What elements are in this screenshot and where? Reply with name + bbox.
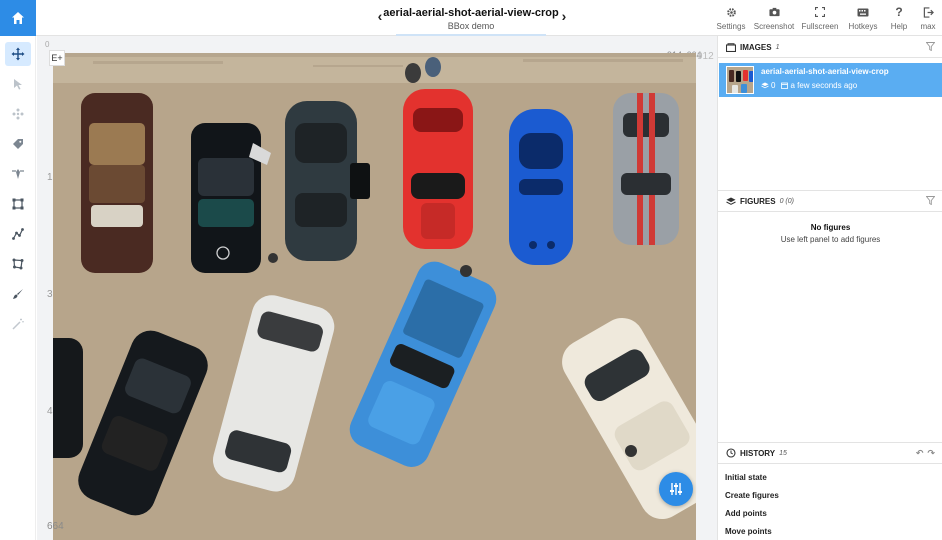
next-image-button[interactable]: › <box>556 9 572 25</box>
zoom-fit-button[interactable]: E+ <box>49 50 65 66</box>
polygon-tool[interactable] <box>5 252 31 276</box>
car-red <box>403 89 473 249</box>
images-count: 1 <box>775 43 780 51</box>
car-black-1 <box>191 123 271 273</box>
camera-icon <box>767 5 781 19</box>
divider <box>718 463 942 464</box>
brush-tool[interactable] <box>5 282 31 306</box>
filter-icon[interactable] <box>926 196 935 205</box>
left-toolbar <box>0 36 36 540</box>
undo-redo: ↶ ↷ <box>916 448 935 459</box>
polyline-tool[interactable] <box>5 222 31 246</box>
history-item[interactable]: Initial state <box>725 473 767 482</box>
drag-icon <box>12 108 24 120</box>
image-figure-count: 0 <box>771 81 776 90</box>
help-icon: ? <box>895 5 903 19</box>
image-title: aerial-aerial-shot-aerial-view-crop <box>383 7 559 19</box>
point-icon <box>12 169 24 179</box>
divider <box>718 211 942 212</box>
screenshot-button[interactable]: Screenshot <box>750 0 798 36</box>
magic-tool[interactable] <box>5 312 31 336</box>
user-logout-button[interactable]: max <box>914 0 942 36</box>
fullscreen-icon <box>813 5 827 19</box>
keyboard-icon <box>856 5 870 19</box>
move-icon <box>11 47 25 61</box>
fullscreen-button[interactable]: Fullscreen <box>798 0 842 36</box>
sliders-icon <box>670 483 682 495</box>
filter-icon[interactable] <box>926 42 935 51</box>
cursor-icon <box>14 79 22 90</box>
ruler-mark-4: 4 <box>47 406 53 417</box>
no-figures-title: No figures <box>810 223 851 232</box>
polygon-icon <box>12 258 24 270</box>
select-tool[interactable] <box>5 72 31 96</box>
car-silver-striped <box>613 93 679 245</box>
undo-icon[interactable]: ↶ <box>916 448 924 459</box>
calendar-icon <box>781 82 789 89</box>
car-maroon <box>81 93 153 273</box>
help-button[interactable]: ? Help <box>884 0 914 36</box>
aerial-parking-photo <box>53 53 696 540</box>
right-panel: IMAGES 1 aerial-aerial-shot-aerial-view-… <box>717 36 942 540</box>
brush-icon <box>13 289 23 299</box>
redo-icon[interactable]: ↷ <box>927 448 935 459</box>
logout-icon <box>921 5 935 19</box>
ruler-mark-3: 3 <box>47 289 53 300</box>
tag-tool[interactable] <box>5 132 31 156</box>
image-list-item[interactable]: aerial-aerial-shot-aerial-view-crop 0 a … <box>719 63 942 97</box>
settings-button[interactable]: Settings <box>712 0 750 36</box>
annotated-image[interactable] <box>53 53 696 540</box>
history-count: 15 <box>779 449 787 457</box>
images-header: IMAGES 1 <box>718 37 942 57</box>
polyline-icon <box>12 228 24 240</box>
point-tool[interactable] <box>5 162 31 186</box>
car-blue-sport <box>509 109 573 265</box>
bbox-tool[interactable] <box>5 192 31 216</box>
image-thumbnail <box>726 66 754 94</box>
image-title-block: aerial-aerial-shot-aerial-view-crop BBox… <box>370 0 572 36</box>
history-item[interactable]: Move points <box>725 527 772 536</box>
ruler-top-right: 912 <box>697 51 714 62</box>
adjustments-button[interactable] <box>659 472 693 506</box>
home-button[interactable] <box>0 0 36 36</box>
figures-count: 0 (0) <box>779 197 794 205</box>
gear-icon <box>724 5 738 19</box>
ruler-origin: 0 <box>45 40 50 49</box>
divider <box>718 57 942 58</box>
images-icon <box>726 42 736 52</box>
history-item[interactable]: Create figures <box>725 491 779 500</box>
annotation-canvas[interactable]: 914x664 0 912 <box>37 36 717 540</box>
history-header: HISTORY 15 ↶ ↷ <box>718 443 942 463</box>
image-updated-time: a few seconds ago <box>790 81 858 90</box>
layers-icon <box>726 196 736 206</box>
image-height-label: 664 <box>47 521 64 532</box>
top-bar: ‹ aerial-aerial-shot-aerial-view-crop BB… <box>0 0 942 36</box>
no-figures-hint: Use left panel to add figures <box>780 235 881 244</box>
layers-icon <box>761 82 769 89</box>
tag-icon <box>13 139 23 149</box>
bbox-icon <box>12 198 24 210</box>
hotkeys-button[interactable]: Hotkeys <box>842 0 884 36</box>
history-item[interactable]: Add points <box>725 509 767 518</box>
history-icon <box>726 448 736 458</box>
project-name: BBox demo <box>447 21 495 31</box>
image-meta: 0 a few seconds ago <box>761 81 863 90</box>
toolbar: Settings Screenshot Fullscreen Hotkeys ?… <box>712 0 942 36</box>
drag-tool[interactable] <box>5 102 31 126</box>
image-name: aerial-aerial-shot-aerial-view-crop <box>761 67 889 76</box>
move-tool[interactable] <box>5 42 31 66</box>
ruler-mark-1: 1 <box>47 172 53 183</box>
car-dark-left-edge <box>53 338 83 458</box>
home-icon <box>12 12 24 24</box>
magic-wand-icon <box>12 318 24 330</box>
figures-header: FIGURES 0 (0) <box>718 191 942 211</box>
